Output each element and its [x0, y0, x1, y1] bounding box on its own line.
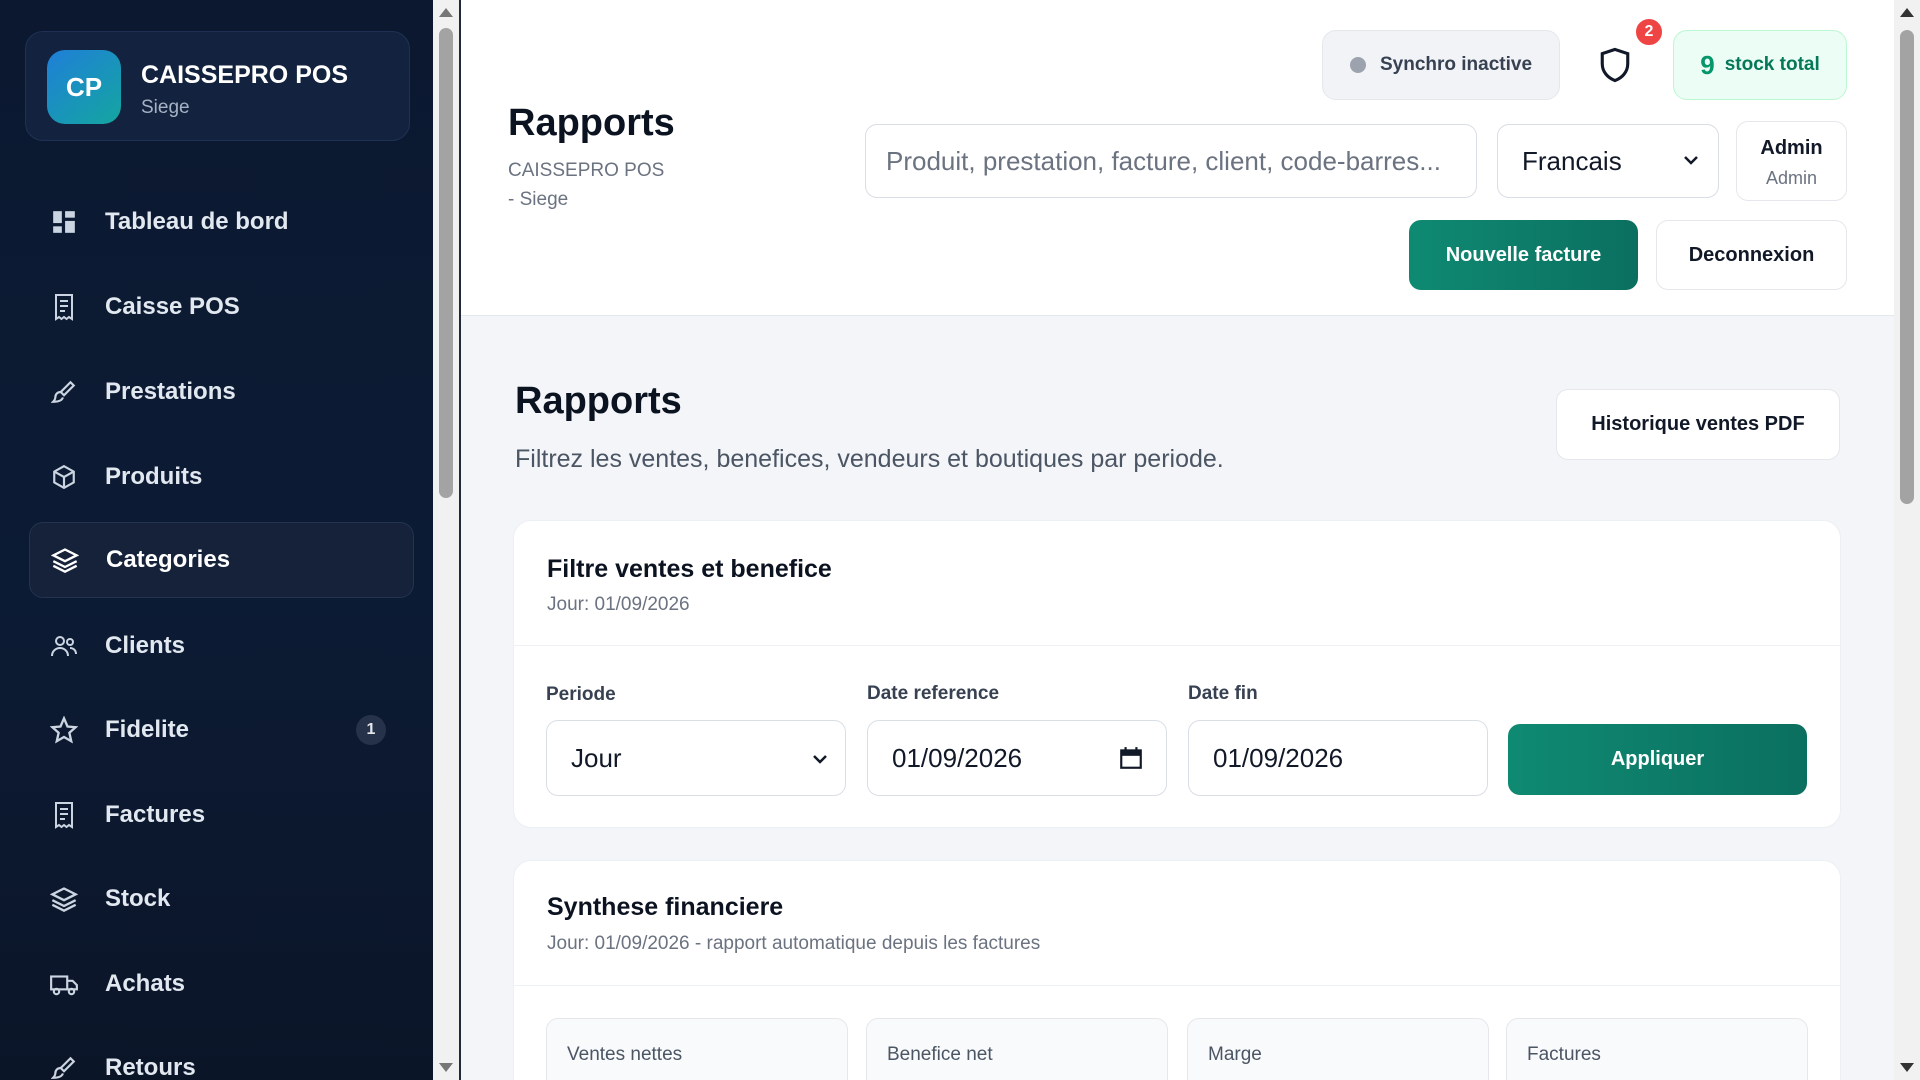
sidebar: CP CAISSEPRO POS Siege Tableau de bord C…	[0, 0, 433, 1080]
sidebar-item-label: Caisse POS	[105, 293, 240, 320]
scroll-down-arrow-icon[interactable]	[439, 1063, 453, 1072]
star-icon	[47, 713, 81, 747]
sidebar-item-label: Prestations	[105, 378, 236, 405]
header-store-location: - Siege	[508, 189, 569, 210]
sidebar-item-fidelite[interactable]: Fidelite 1	[29, 692, 414, 768]
apply-button[interactable]: Appliquer	[1508, 724, 1807, 795]
period-select[interactable]: Jour	[546, 720, 846, 796]
sidebar-item-label: Fidelite	[105, 716, 190, 743]
brush-icon	[47, 1051, 81, 1080]
sidebar-scrollbar[interactable]	[433, 0, 459, 1080]
brand-logo: CP	[47, 50, 121, 124]
layers-icon	[47, 882, 81, 916]
sidebar-item-retours[interactable]: Retours	[29, 1030, 414, 1080]
stat-label: Ventes nettes	[567, 1044, 683, 1065]
sidebar-item-clients[interactable]: Clients	[29, 608, 414, 684]
sidebar-item-label: Produits	[105, 463, 203, 490]
filter-card-subtitle: Jour: 01/09/2026	[547, 594, 690, 615]
sync-status-label: Synchro inactive	[1379, 54, 1533, 75]
brand-card[interactable]: CP CAISSEPRO POS Siege	[25, 31, 410, 141]
summary-card-subtitle: Jour: 01/09/2026 - rapport automatique d…	[547, 933, 1041, 954]
truck-icon	[47, 967, 81, 1001]
sidebar-item-label: Stock	[105, 885, 171, 912]
sidebar-item-prestations[interactable]: Prestations	[29, 354, 414, 430]
sidebar-item-tableau-de-bord[interactable]: Tableau de bord	[29, 184, 414, 260]
user-menu[interactable]: Admin Admin	[1736, 121, 1847, 201]
box-icon	[47, 460, 81, 494]
end-date-value: 01/09/2026	[1213, 742, 1344, 773]
logout-button[interactable]: Deconnexion	[1656, 220, 1847, 290]
scroll-up-arrow-icon[interactable]	[439, 8, 453, 17]
stat-label: Benefice net	[887, 1044, 993, 1065]
period-value: Jour	[571, 742, 622, 773]
stock-total-count: 9	[1700, 49, 1715, 80]
stat-label: Factures	[1527, 1044, 1601, 1065]
sidebar-item-label: Categories	[106, 546, 231, 573]
header-store-name: CAISSEPRO POS	[508, 160, 665, 181]
chevron-down-icon	[813, 755, 827, 764]
sidebar-item-label: Retours	[105, 1054, 196, 1080]
search-input[interactable]: Produit, prestation, facture, client, co…	[865, 124, 1477, 198]
sidebar-item-produits[interactable]: Produits	[29, 439, 414, 515]
sidebar-item-label: Achats	[105, 970, 186, 997]
page-subtitle: Filtrez les ventes, benefices, vendeurs …	[515, 445, 1224, 473]
summary-card-title: Synthese financiere	[547, 893, 784, 921]
reference-date-label: Date reference	[867, 683, 1000, 704]
stat-card-net-sales: Ventes nettes	[546, 1018, 848, 1080]
stat-card-margin: Marge	[1187, 1018, 1489, 1080]
layers-icon	[48, 543, 82, 577]
sidebar-item-categories[interactable]: Categories	[29, 522, 414, 598]
chevron-down-icon	[1684, 156, 1698, 165]
scrollbar-thumb[interactable]	[439, 28, 453, 498]
page-title: Rapports	[515, 380, 682, 422]
dashboard-icon	[47, 205, 81, 239]
user-name: Admin	[1760, 137, 1823, 159]
filter-card-title: Filtre ventes et benefice	[547, 555, 832, 583]
card-divider	[514, 645, 1840, 646]
calendar-icon[interactable]	[1118, 745, 1144, 771]
header-title: Rapports	[508, 102, 675, 144]
new-invoice-button[interactable]: Nouvelle facture	[1409, 220, 1638, 290]
stat-label: Marge	[1208, 1044, 1262, 1065]
reference-date-input[interactable]: 01/09/2026	[867, 720, 1167, 796]
stock-total-pill[interactable]: 9 stock total	[1673, 30, 1847, 100]
main-scrollbar[interactable]	[1894, 0, 1920, 1080]
sidebar-item-achats[interactable]: Achats	[29, 946, 414, 1022]
reference-date-value: 01/09/2026	[892, 742, 1023, 773]
sidebar-item-factures[interactable]: Factures	[29, 777, 414, 853]
scroll-up-arrow-icon[interactable]	[1900, 8, 1914, 17]
period-label: Periode	[546, 684, 616, 705]
sidebar-item-label: Factures	[105, 801, 206, 828]
notification-badge: 2	[1634, 17, 1664, 47]
sidebar-item-caisse-pos[interactable]: Caisse POS	[29, 269, 414, 345]
card-divider	[514, 985, 1840, 986]
sidebar-item-label: Clients	[105, 632, 186, 659]
stock-total-label: stock total	[1724, 54, 1820, 75]
language-select[interactable]: Francais	[1497, 124, 1719, 198]
user-role: Admin	[1765, 168, 1818, 188]
sidebar-item-label: Tableau de bord	[105, 208, 289, 235]
sync-status[interactable]: Synchro inactive	[1322, 30, 1560, 100]
scrollbar-thumb[interactable]	[1900, 30, 1914, 504]
stat-card-invoices: Factures	[1506, 1018, 1808, 1080]
shield-icon[interactable]	[1598, 46, 1632, 84]
status-dot-icon	[1349, 57, 1366, 73]
receipt-icon	[47, 798, 81, 832]
stat-card-net-profit: Benefice net	[866, 1018, 1168, 1080]
language-value: Francais	[1522, 145, 1622, 176]
brand-name: CAISSEPRO POS	[141, 61, 348, 89]
end-date-input[interactable]: 01/09/2026	[1188, 720, 1488, 796]
scroll-down-arrow-icon[interactable]	[1900, 1063, 1914, 1072]
end-date-label: Date fin	[1188, 683, 1258, 704]
users-icon	[47, 629, 81, 663]
receipt-icon	[47, 290, 81, 324]
fidelite-count-badge: 1	[356, 715, 386, 745]
sidebar-item-stock[interactable]: Stock	[29, 861, 414, 937]
brand-location: Siege	[141, 97, 190, 118]
brush-icon	[47, 375, 81, 409]
sales-history-pdf-button[interactable]: Historique ventes PDF	[1556, 389, 1840, 460]
